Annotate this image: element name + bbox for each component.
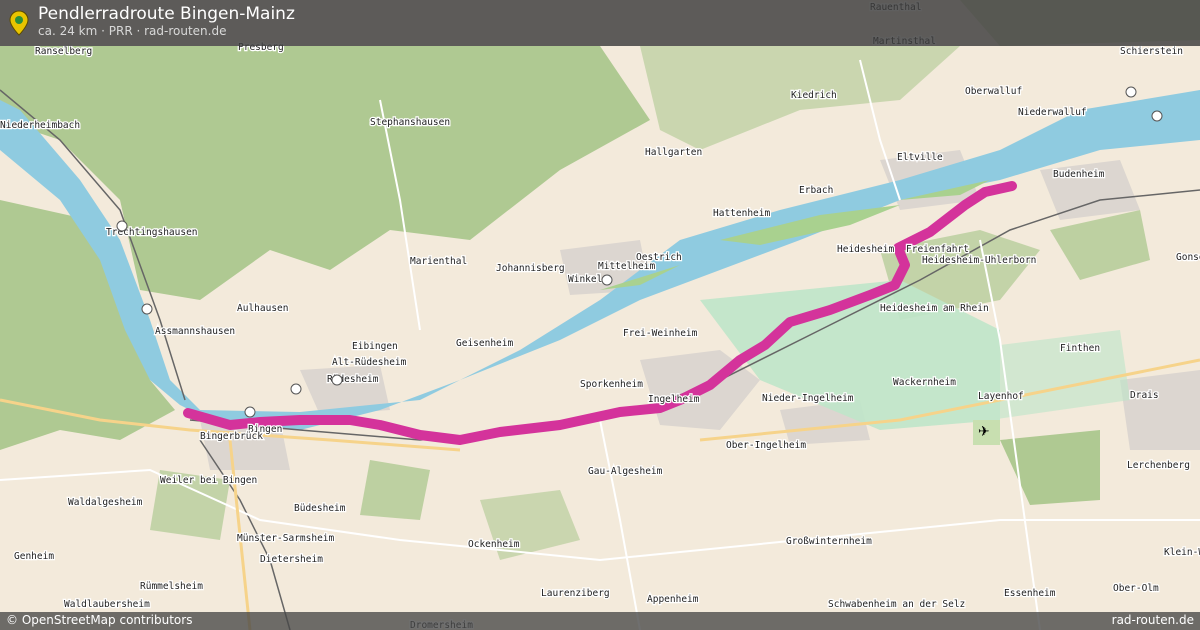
place-label-buedesheim: Büdesheim (294, 503, 346, 514)
place-label-geisenheim: Geisenheim (456, 338, 513, 349)
place-label-gau-algesheim: Gau-Algesheim (588, 466, 663, 477)
place-label-sporkenheim: Sporkenheim (580, 379, 643, 390)
airport-icon: ✈ (973, 420, 1000, 445)
place-label-genheim: Genheim (14, 551, 54, 562)
place-label-finthen: Finthen (1060, 343, 1100, 354)
place-label-heidesheim-am-rhein: Heidesheim am Rhein (880, 303, 989, 314)
place-label-ranselberg: Ranselberg (35, 46, 92, 57)
place-label-ober-olm: Ober-Olm (1113, 583, 1159, 594)
place-label-dietersheim: Dietersheim (260, 554, 323, 565)
brand-link[interactable]: rad-routen.de (1112, 613, 1194, 627)
train-station-icon (1151, 110, 1163, 122)
place-label-budenheim: Budenheim (1053, 169, 1105, 180)
place-label-niederheimbach: Niederheimbach (0, 120, 80, 131)
train-station-icon (116, 220, 128, 232)
place-label-freienfahrt: Freienfahrt (906, 244, 969, 255)
train-station-icon (141, 303, 153, 315)
footer-bar: © OpenStreetMap contributors rad-routen.… (0, 612, 1200, 630)
place-label-ober-ingelheim: Ober-Ingelheim (726, 440, 806, 451)
place-label-gonsenheim: Gonse (1176, 252, 1200, 263)
place-label-oberwalluf: Oberwalluf (965, 86, 1022, 97)
place-label-laurenziberg: Laurenziberg (541, 588, 610, 599)
place-label-eltville: Eltville (897, 152, 943, 163)
place-label-stephanshausen: Stephanshausen (370, 117, 450, 128)
place-label-assmannshausen: Assmannshausen (155, 326, 235, 337)
train-station-icon (244, 406, 256, 418)
route-subtitle: ca. 24 km · PRR · rad-routen.de (38, 24, 227, 38)
map-canvas[interactable]: RauenthalMartinsthalRanselbergPresbergSc… (0, 0, 1200, 630)
route-title: Pendlerradroute Bingen-Mainz (38, 4, 295, 24)
place-label-muenster-sarmsheim: Münster-Sarmsheim (237, 533, 335, 544)
place-label-weiler-bei-bingen: Weiler bei Bingen (160, 475, 257, 486)
place-label-alt-ruedesheim: Alt-Rüdesheim (332, 357, 407, 368)
place-label-nieder-ingelheim: Nieder-Ingelheim (762, 393, 854, 404)
place-label-heidesheim-uhlerborn: Heidesheim-Uhlerborn (922, 255, 1036, 266)
header-bar: Pendlerradroute Bingen-Mainz ca. 24 km ·… (0, 0, 1200, 46)
place-label-schierstein: Schierstein (1120, 46, 1183, 57)
place-label-heidesheim: Heidesheim (837, 244, 894, 255)
train-station-icon (290, 383, 302, 395)
place-label-layenhof: Layenhof (978, 391, 1024, 402)
place-label-grosswinternheim: Großwinternheim (786, 536, 872, 547)
place-label-schwabenheim: Schwabenheim an der Selz (828, 599, 965, 610)
place-label-eibingen: Eibingen (352, 341, 398, 352)
place-label-bingerbrueck: Bingerbrück (200, 431, 263, 442)
place-label-niederwalluf: Niederwalluf (1018, 107, 1087, 118)
place-label-ruemmelsheim: Rümmelsheim (140, 581, 203, 592)
place-label-wackernheim: Wackernheim (893, 377, 956, 388)
place-label-drais: Drais (1130, 390, 1159, 401)
place-label-winkel: Winkel (568, 274, 602, 285)
train-station-icon (601, 274, 613, 286)
train-station-icon (1125, 86, 1137, 98)
osm-attribution-link[interactable]: © OpenStreetMap contributors (6, 613, 192, 627)
place-label-ockenheim: Ockenheim (468, 539, 520, 550)
place-label-lerchenberg: Lerchenberg (1127, 460, 1190, 471)
place-label-waldalgesheim: Waldalgesheim (68, 497, 143, 508)
place-label-waldlaubersheim: Waldlaubersheim (64, 599, 150, 610)
place-label-hallgarten: Hallgarten (645, 147, 702, 158)
svg-text:✈: ✈ (978, 424, 990, 440)
place-label-mittelheim: Mittelheim (598, 261, 655, 272)
place-label-essenheim: Essenheim (1004, 588, 1056, 599)
place-label-frei-weinheim: Frei-Weinheim (623, 328, 698, 339)
place-label-hattenheim: Hattenheim (713, 208, 770, 219)
place-label-appenheim: Appenheim (647, 594, 699, 605)
place-label-erbach: Erbach (799, 185, 833, 196)
place-label-kiedrich: Kiedrich (791, 90, 837, 101)
place-label-aulhausen: Aulhausen (237, 303, 288, 314)
place-label-klein-winternheim: Klein-W (1164, 547, 1200, 558)
train-station-icon (331, 374, 343, 386)
place-label-ingelheim: Ingelheim (648, 394, 700, 405)
place-label-marienthal: Marienthal (410, 256, 467, 267)
place-label-johannisberg: Johannisberg (496, 263, 565, 274)
location-pin-icon (9, 10, 29, 36)
